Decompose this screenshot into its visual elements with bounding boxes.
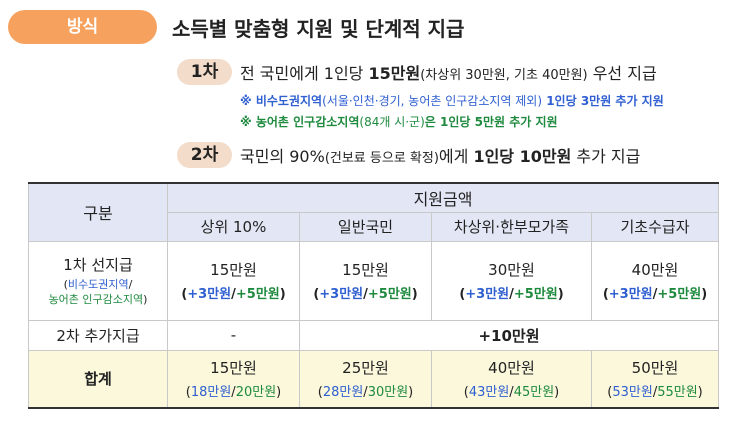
row-label-total: 합계 — [28, 349, 168, 409]
cell-round1-top10: 15만원 (+3만원/+5만원) — [167, 240, 300, 321]
cell-round1-general: 15만원 (+3만원/+5만원) — [299, 240, 432, 321]
col-head-amount: 지원금액 — [166, 182, 720, 213]
cell-round2-others: +10만원 — [298, 319, 720, 351]
round1-text: 전 국민에게 1인당 15만원(차상위 30만원, 기초 40만원) 우선 지급 — [240, 64, 657, 83]
round2-text: 국민의 90%(건보료 등으로 확정)에게 1인당 10만원 추가 지급 — [240, 147, 641, 166]
round2-badge: 2차 — [177, 142, 232, 168]
section-heading: 소득별 맞춤형 지원 및 단계적 지급 — [172, 17, 465, 41]
cell-total-near-poor: 40만원 (43만원/45만원) — [431, 349, 592, 409]
support-table: 구분 지원금액 상위 10% 일반국민 차상위·한부모가족 기초수급자 1차 선… — [28, 182, 720, 409]
cell-round1-near-poor: 30만원 (+3만원/+5만원) — [431, 240, 592, 321]
table-row: 1차 선지급 (비수도권지역/농어촌 인구감소지역) 15만원 (+3만원/+5… — [28, 240, 720, 321]
col-head-general: 일반국민 — [299, 211, 432, 242]
col-head-basic: 기초수급자 — [590, 211, 720, 242]
cell-total-basic: 50만원 (53만원/55만원) — [590, 349, 720, 409]
col-head-category: 구분 — [28, 182, 168, 242]
col-head-top10: 상위 10% — [167, 211, 300, 242]
cell-round2-top10: - — [167, 319, 300, 351]
cell-total-general: 25만원 (28만원/30만원) — [299, 349, 432, 409]
table-row: 2차 추가지급 - +10만원 — [28, 319, 720, 351]
section-pill: 방식 — [8, 10, 157, 44]
row-label-round2: 2차 추가지급 — [28, 319, 168, 351]
round1-note-rural: ※ 농어촌 인구감소지역(84개 시·군)은 1인당 5만원 추가 지원 — [240, 115, 558, 129]
cell-total-top10: 15만원 (18만원/20만원) — [167, 349, 300, 409]
col-head-near-poor: 차상위·한부모가족 — [431, 211, 592, 242]
round1-note-noncapital: ※ 비수도권지역(서울·인천·경기, 농어촌 인구감소지역 제외) 1인당 3만… — [240, 94, 664, 108]
row-label-round1: 1차 선지급 (비수도권지역/농어촌 인구감소지역) — [28, 240, 168, 321]
table-row: 합계 15만원 (18만원/20만원) 25만원 (28만원/30만원) 40만… — [28, 349, 720, 409]
cell-round1-basic: 40만원 (+3만원/+5만원) — [590, 240, 720, 321]
round1-badge: 1차 — [177, 59, 232, 85]
